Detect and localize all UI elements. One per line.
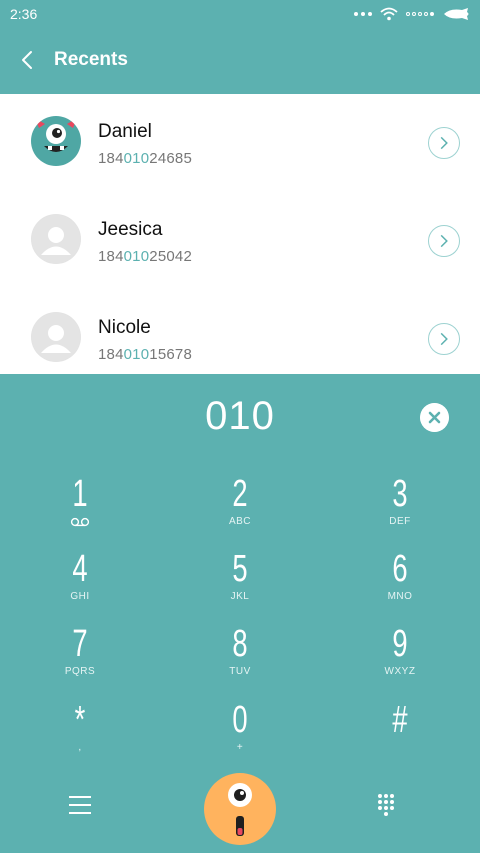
key-letters: TUV — [229, 666, 251, 677]
contact-row[interactable]: Jeesica 18401025042 — [0, 192, 480, 290]
key-digit: 0 — [232, 699, 248, 741]
contact-name: Jeesica — [98, 219, 163, 240]
chevron-right-icon[interactable] — [428, 127, 460, 159]
key-digit: # — [392, 699, 408, 741]
contact-number: 18401025042 — [98, 248, 192, 265]
dial-key-6[interactable]: 6 MNO — [320, 549, 480, 625]
clear-input-icon[interactable] — [420, 403, 449, 432]
key-letters: WXYZ — [384, 666, 416, 677]
dialer-panel: 010 1 2 ABC 3 DEF 4 GHI 5 JKL 6 MNO 7 PQ… — [0, 374, 480, 853]
dial-key-5[interactable]: 5 JKL — [160, 549, 320, 625]
key-letters: ABC — [228, 516, 252, 527]
recents-list: Daniel 18401024685 Jeesica 18401025042 N… — [0, 94, 480, 374]
status-bar: 2:36 — [0, 0, 480, 28]
app-header: Recents — [0, 28, 480, 94]
contact-name: Daniel — [98, 121, 152, 142]
dial-input[interactable]: 010 — [0, 394, 480, 439]
key-digit: * — [74, 699, 86, 741]
key-letters: + — [236, 742, 244, 753]
dial-key-1[interactable]: 1 — [0, 474, 160, 550]
key-letters: PQRS — [64, 666, 96, 677]
dial-key-2[interactable]: 2 ABC — [160, 474, 320, 550]
key-digit: 3 — [392, 473, 408, 515]
contact-number: 18401024685 — [98, 150, 192, 167]
key-digit: 7 — [72, 623, 88, 665]
dial-key-hash[interactable]: # — [320, 700, 480, 776]
monster-call-icon — [228, 783, 252, 836]
key-digit: 6 — [392, 548, 408, 590]
call-button[interactable] — [204, 773, 276, 845]
battery-icon — [444, 8, 469, 20]
person-placeholder-icon — [31, 312, 81, 362]
key-letters: , — [78, 742, 82, 753]
signal-icon — [406, 12, 434, 16]
dial-key-0[interactable]: 0 + — [160, 700, 320, 776]
dialpad-icon[interactable] — [376, 792, 400, 816]
key-digit: 2 — [232, 473, 248, 515]
status-time: 2:36 — [10, 6, 38, 22]
key-letters: JKL — [230, 591, 250, 602]
dial-key-3[interactable]: 3 DEF — [320, 474, 480, 550]
key-digit: 1 — [72, 473, 88, 515]
dial-key-star[interactable]: * , — [0, 700, 160, 776]
voicemail-icon — [70, 517, 90, 527]
chevron-right-icon[interactable] — [428, 225, 460, 257]
monster-avatar-icon — [31, 116, 81, 166]
key-digit: 9 — [392, 623, 408, 665]
key-digit: 5 — [232, 548, 248, 590]
menu-icon[interactable] — [62, 790, 98, 826]
contact-name: Nicole — [98, 317, 151, 338]
back-arrow-icon[interactable] — [14, 46, 42, 74]
chevron-right-icon[interactable] — [428, 323, 460, 355]
dial-key-9[interactable]: 9 WXYZ — [320, 624, 480, 700]
dial-key-4[interactable]: 4 GHI — [0, 549, 160, 625]
person-placeholder-icon — [31, 214, 81, 264]
wifi-icon — [380, 7, 398, 21]
dial-key-8[interactable]: 8 TUV — [160, 624, 320, 700]
key-digit: 8 — [232, 623, 248, 665]
more-dots-icon — [354, 12, 372, 16]
key-letters: DEF — [389, 516, 411, 527]
key-letters: GHI — [70, 591, 90, 602]
page-title: Recents — [54, 49, 128, 70]
dial-key-7[interactable]: 7 PQRS — [0, 624, 160, 700]
contact-row[interactable]: Daniel 18401024685 — [0, 94, 480, 192]
key-letters: MNO — [387, 591, 413, 602]
status-icons — [354, 4, 472, 24]
contact-number: 18401015678 — [98, 346, 192, 363]
key-digit: 4 — [72, 548, 88, 590]
